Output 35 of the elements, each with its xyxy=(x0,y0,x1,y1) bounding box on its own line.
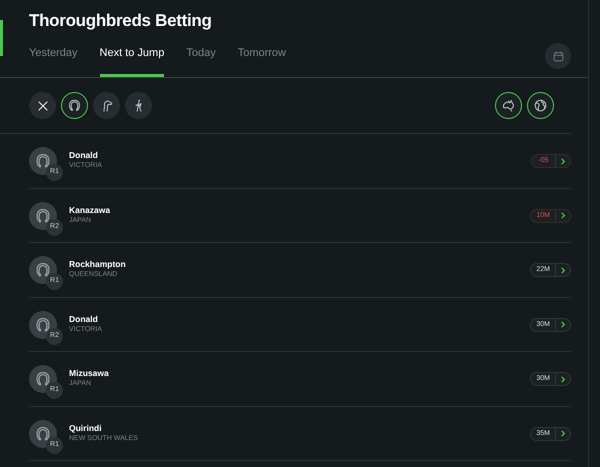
tab[interactable]: Next to Jump xyxy=(100,44,164,78)
venue-name: Kanazawa xyxy=(69,204,110,216)
venue-name: Quirindi xyxy=(69,422,103,434)
chevron-right-icon xyxy=(560,266,566,274)
tab[interactable]: Today xyxy=(186,44,216,78)
page-title: Thoroughbreds Betting xyxy=(28,10,213,32)
horseshoe-icon xyxy=(34,261,52,280)
globe-icon xyxy=(533,98,548,114)
calendar-button[interactable] xyxy=(545,43,571,70)
filter-button[interactable] xyxy=(125,92,152,120)
horseshoe-icon xyxy=(34,424,52,443)
horseshoe-icon xyxy=(34,206,52,225)
venue-name: Mizusawa xyxy=(69,368,109,380)
active-indicator xyxy=(0,20,3,56)
filter-button[interactable] xyxy=(61,92,88,120)
filter-button[interactable] xyxy=(495,92,522,120)
chevron-right-icon xyxy=(560,158,566,165)
tab[interactable]: Yesterday xyxy=(29,44,78,78)
horseshoe-icon xyxy=(34,370,52,388)
filter-button[interactable] xyxy=(527,92,554,120)
chevron-right-icon xyxy=(560,430,566,438)
chevron-right-icon xyxy=(560,376,566,383)
venue-name: Donald xyxy=(69,150,99,162)
venue-name: Rockhampton xyxy=(69,259,126,270)
filter-button[interactable] xyxy=(29,92,56,120)
calendar-icon xyxy=(552,50,564,63)
chevron-right-icon xyxy=(560,321,566,328)
australia-map-icon xyxy=(501,98,516,114)
horseshoe-icon xyxy=(34,316,52,334)
horseshoe-icon xyxy=(34,152,52,170)
horseshoe-icon xyxy=(67,98,82,114)
venue-name: Donald xyxy=(69,314,99,325)
tab[interactable]: Tomorrow xyxy=(238,44,286,78)
filter-button[interactable] xyxy=(93,92,120,120)
chevron-right-icon xyxy=(560,212,566,220)
